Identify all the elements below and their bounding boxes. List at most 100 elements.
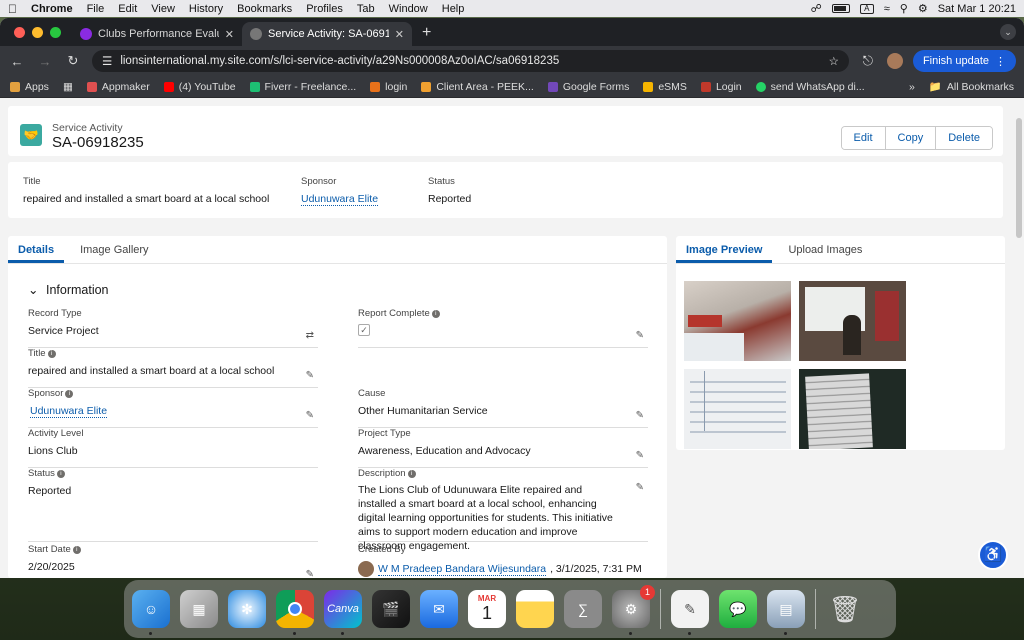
tab-image-preview[interactable]: Image Preview [676,236,773,263]
creative-cloud-icon[interactable]: ☍ [811,2,822,15]
apple-icon[interactable]:  [8,2,17,16]
menu-bookmarks[interactable]: Bookmarks [237,3,292,15]
trash-icon[interactable]: 🗑 [826,590,864,628]
calculator-icon[interactable]: ∑ [564,590,602,628]
bookmark-esms[interactable]: eSMS [643,81,687,93]
image-thumbnail[interactable] [799,281,906,361]
system-settings-icon[interactable]: ⚙ 1 [612,585,655,635]
menu-history[interactable]: History [189,3,223,15]
menu-tab[interactable]: Tab [357,3,375,15]
battery-icon[interactable] [831,4,850,13]
finish-update-button[interactable]: Finish update ⋮ [912,50,1016,72]
bookmark-whatsapp[interactable]: send WhatsApp di... [755,81,865,93]
close-window-icon[interactable] [14,27,25,38]
page-scrollbar[interactable] [1016,118,1022,238]
control-center-icon[interactable]: ⚙ [918,2,928,15]
reload-icon[interactable]: ↻ [64,53,82,69]
delete-button[interactable]: Delete [936,127,992,149]
profile-avatar[interactable] [886,53,903,69]
canva-icon[interactable]: Canva [324,590,362,635]
info-icon[interactable]: i [65,389,74,398]
menu-app-name[interactable]: Chrome [31,3,73,15]
textedit-icon[interactable]: ✎ [671,590,709,635]
preview-app-icon[interactable]: ▤ [767,590,805,635]
edit-pencil-icon[interactable]: ✎ [636,410,644,421]
launchpad-icon[interactable]: ▦ [180,590,218,628]
menubar-clock[interactable]: Sat Mar 1 20:21 [938,3,1016,15]
tab-search-chevron-icon[interactable]: ⌄ [1000,24,1016,40]
bookmark-client-area[interactable]: Client Area - PEEK... [421,81,534,93]
info-icon[interactable]: i [72,545,81,554]
menu-edit[interactable]: Edit [118,3,137,15]
search-icon[interactable]: ⚲ [900,2,908,15]
bookmark-fiverr[interactable]: Fiverr - Freelance... [249,81,356,93]
information-section-header[interactable]: ⌄ Information [28,282,109,297]
address-bar[interactable]: ☰ lionsinternational.my.site.com/s/lci-s… [92,50,849,72]
bookmark-login-2[interactable]: Login [700,81,742,93]
info-icon[interactable]: i [431,309,440,318]
sponsor-link[interactable]: Udunuwara Elite [30,405,108,418]
close-tab-icon[interactable]: ✕ [225,28,234,41]
edit-pencil-icon[interactable]: ✎ [306,569,314,578]
mail-icon[interactable]: ✉ [420,590,458,628]
bookmark-star-icon[interactable]: ☆ [829,54,839,68]
edit-pencil-icon[interactable]: ✎ [306,370,314,381]
folder-icon: 📁 [928,81,942,93]
edit-pencil-icon[interactable]: ✎ [306,410,314,421]
highlight-sponsor-link[interactable]: Udunuwara Elite [301,193,379,206]
bookmark-login[interactable]: login [370,81,407,93]
bookmark-apps[interactable]: Apps [10,81,49,93]
new-tab-icon[interactable]: + [412,24,441,46]
minimize-window-icon[interactable] [32,27,43,38]
menu-profiles[interactable]: Profiles [306,3,343,15]
site-info-icon[interactable]: ☰ [102,54,112,68]
forward-icon[interactable]: → [36,54,54,69]
messages-icon[interactable]: 💬 [719,590,757,628]
final-cut-icon[interactable]: 🎬 [372,590,410,628]
image-thumbnail[interactable] [684,369,791,449]
browser-tab-clubs[interactable]: Clubs Performance Evaluation ✕ [72,22,242,46]
tab-details[interactable]: Details [8,236,65,263]
menu-view[interactable]: View [151,3,175,15]
back-icon[interactable]: ← [8,54,26,69]
all-bookmarks-folder[interactable]: 📁 All Bookmarks [928,80,1014,94]
created-by-user-link[interactable]: W M Pradeep Bandara Wijesundara [378,563,547,576]
edit-pencil-icon[interactable]: ✎ [636,450,644,461]
copy-button[interactable]: Copy [885,127,937,149]
edit-pencil-icon[interactable]: ✎ [636,482,644,493]
finder-icon[interactable]: ☺ [132,590,170,635]
tab-upload-images[interactable]: Upload Images [778,236,872,263]
info-icon[interactable]: i [407,469,416,478]
image-thumbnail[interactable] [799,369,906,449]
notes-icon[interactable] [516,590,554,628]
image-thumbnail[interactable] [684,281,791,361]
tab-image-gallery[interactable]: Image Gallery [70,236,158,263]
edit-button[interactable]: Edit [841,127,886,149]
chrome-icon[interactable] [276,590,314,635]
info-icon[interactable]: i [47,349,56,358]
fiverr-icon [249,81,260,92]
bookmark-youtube[interactable]: (4) YouTube [163,81,236,93]
menu-window[interactable]: Window [389,3,428,15]
bookmark-appmaker[interactable]: Appmaker [86,81,150,93]
extensions-icon[interactable]: ⎋ [859,53,877,69]
info-icon[interactable]: i [56,469,65,478]
calendar-icon[interactable]: MAR 1 [468,590,506,628]
edit-pencil-icon[interactable]: ✎ [636,330,644,341]
more-menu-icon[interactable]: ⋮ [995,55,1006,68]
safari-icon[interactable]: ✻ [228,590,266,628]
input-source-icon[interactable]: A [859,3,874,14]
tab-groups-icon[interactable]: ▦ [63,81,73,93]
more-bookmarks-chevron-icon[interactable]: » [909,81,915,93]
accessibility-icon[interactable]: ♿ [978,540,1008,570]
change-record-type-icon[interactable]: ⇄ [306,330,314,341]
menu-file[interactable]: File [87,3,105,15]
wifi-icon[interactable]: ≈ [884,3,890,15]
zoom-window-icon[interactable] [50,27,61,38]
bookmarks-bar: Apps ▦ Appmaker (4) YouTube Fiverr - Fre… [0,76,1024,98]
url-text[interactable]: lionsinternational.my.site.com/s/lci-ser… [120,55,820,67]
browser-tab-service-activity[interactable]: Service Activity: SA-06918235 ✕ [242,22,412,46]
bookmark-google-forms[interactable]: Google Forms [547,81,629,93]
menu-help[interactable]: Help [442,3,465,15]
close-tab-icon[interactable]: ✕ [395,28,404,41]
